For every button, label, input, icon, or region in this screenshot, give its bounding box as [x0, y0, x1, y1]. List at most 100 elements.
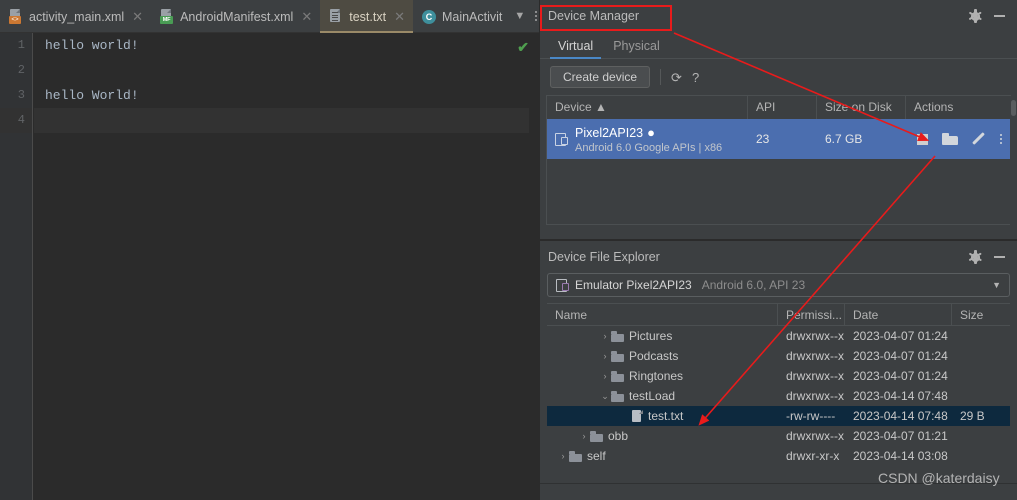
line-number: 3 [17, 88, 25, 102]
gear-icon[interactable] [968, 8, 983, 24]
device-manager-panel: Device Manager Virtual Physical Create d… [540, 0, 1017, 240]
tab-label: AndroidManifest.xml [180, 9, 294, 24]
device-table-empty-area [546, 159, 1011, 225]
file-tree-name-cell: ⌄ testLoad [547, 389, 778, 403]
column-header-actions[interactable]: Actions [906, 96, 1010, 119]
device-manager-title-bar: Device Manager [540, 0, 1017, 32]
file-date: 2023-04-07 01:24 [853, 369, 948, 383]
tab-physical[interactable]: Physical [603, 39, 670, 58]
java-class-icon: C [421, 9, 436, 24]
file-tree-row[interactable]: › self drwxr-xr-x 2023-04-14 03:08 [547, 446, 1010, 466]
folder-icon [611, 350, 624, 362]
file-tree-name-cell: › Pictures [547, 329, 778, 343]
code-line [34, 108, 540, 133]
manifest-file-icon: MF [160, 9, 174, 24]
device-icon [556, 279, 569, 292]
minimize-icon[interactable] [994, 256, 1005, 258]
file-date: 2023-04-14 03:08 [853, 449, 948, 463]
file-tree-label: Pictures [629, 329, 673, 343]
file-tree-row[interactable]: › Pictures drwxrwx--x 2023-04-07 01:24 [547, 326, 1010, 346]
device-api: 23 [756, 132, 770, 146]
column-header-permissions[interactable]: Permissi... [778, 304, 845, 326]
folder-icon [611, 330, 624, 342]
panel-title: Device File Explorer [548, 250, 660, 264]
chevron-right-icon[interactable]: › [599, 351, 611, 361]
chevron-right-icon[interactable]: › [599, 371, 611, 381]
column-header-date[interactable]: Date [845, 304, 952, 326]
line-number: 1 [17, 38, 25, 52]
tab-android-manifest-xml[interactable]: MF AndroidManifest.xml ✕ [151, 0, 320, 33]
tab-test-txt[interactable]: test.txt ✕ [320, 0, 413, 33]
column-header-api[interactable]: API [748, 96, 817, 119]
file-tree-row[interactable]: › Ringtones drwxrwx--x 2023-04-07 01:24 [547, 366, 1010, 386]
column-header-size-on-disk[interactable]: Size on Disk [817, 96, 906, 119]
file-tree-header: Name Permissi... Date Size [547, 304, 1010, 326]
file-tree-label: obb [608, 429, 629, 443]
tab-main-activity[interactable]: C MainActivit [413, 0, 510, 33]
line-number: 2 [17, 63, 25, 77]
tab-virtual[interactable]: Virtual [548, 39, 603, 59]
device-table-scrollbar[interactable] [1010, 96, 1017, 232]
file-tree-row[interactable]: › Podcasts drwxrwx--x 2023-04-07 01:24 [547, 346, 1010, 366]
file-permissions: drwxrwx--x [786, 329, 844, 343]
editor-code-area[interactable]: hello world! hello World! [34, 33, 540, 500]
close-icon[interactable]: ✕ [394, 10, 405, 23]
close-icon[interactable]: ✕ [301, 10, 312, 23]
file-tree-row[interactable]: ⌄ testLoad drwxrwx--x 2023-04-14 07:48 [547, 386, 1010, 406]
device-icon [555, 133, 568, 146]
tool-window-area: Device Manager Virtual Physical Create d… [540, 0, 1017, 500]
file-tree-row[interactable]: test.txt -rw-rw---- 2023-04-14 07:48 29 B [547, 406, 1010, 426]
folder-icon [590, 430, 603, 442]
close-icon[interactable]: ✕ [132, 10, 143, 23]
create-device-button[interactable]: Create device [550, 66, 651, 88]
tab-activity-main-xml[interactable]: <> activity_main.xml ✕ [0, 0, 151, 33]
device-table-header: Device ▲ API Size on Disk Actions [547, 96, 1010, 119]
stop-icon[interactable] [917, 133, 928, 145]
file-date: 2023-04-14 07:48 [853, 389, 948, 403]
more-vertical-icon[interactable] [1000, 134, 1002, 144]
editor-tab-bar: <> activity_main.xml ✕ MF AndroidManifes… [0, 0, 540, 33]
file-date: 2023-04-14 07:48 [853, 409, 948, 423]
file-tree-name-cell: test.txt [547, 409, 778, 423]
app-window: <> activity_main.xml ✕ MF AndroidManifes… [0, 0, 1017, 500]
open-folder-icon[interactable] [942, 133, 958, 145]
column-header-device[interactable]: Device ▲ [547, 96, 748, 119]
watermark: CSDN @katerdaisy [878, 470, 1000, 486]
chevron-right-icon[interactable]: › [557, 451, 569, 461]
help-icon[interactable]: ? [692, 71, 699, 84]
device-name: Pixel2API23 [575, 125, 644, 140]
column-header-name[interactable]: Name [547, 304, 778, 326]
tab-label: activity_main.xml [29, 9, 125, 24]
green-check-icon: ✔ [517, 39, 529, 55]
chevron-down-icon[interactable]: ▼ [992, 280, 1001, 290]
file-tree-row[interactable]: › obb drwxrwx--x 2023-04-07 01:21 [547, 426, 1010, 446]
file-tree-label: test.txt [648, 409, 684, 423]
editor-gutter: 1 2 3 4 [0, 33, 33, 500]
chevron-right-icon[interactable]: › [599, 331, 611, 341]
file-tree-name-cell: › self [547, 449, 778, 463]
file-permissions: -rw-rw---- [786, 409, 836, 423]
chevron-down-icon[interactable]: ⌄ [599, 391, 611, 402]
edit-pencil-icon[interactable] [972, 132, 986, 146]
device-selector-dropdown[interactable]: Emulator Pixel2API23 Android 6.0, API 23… [547, 273, 1010, 297]
chevron-right-icon[interactable]: › [578, 431, 590, 441]
chevron-down-icon[interactable]: ▼ [514, 10, 525, 22]
column-header-size[interactable]: Size [952, 304, 1010, 326]
file-size: 29 B [960, 409, 985, 423]
tab-label: test.txt [349, 9, 387, 24]
device-running-indicator: ● [647, 124, 655, 140]
sort-asc-icon: ▲ [595, 100, 607, 114]
more-vertical-icon[interactable] [535, 11, 538, 21]
gear-icon[interactable] [968, 249, 983, 265]
device-table-scroll-thumb[interactable] [1011, 100, 1016, 116]
refresh-icon[interactable]: ⟳ [671, 71, 682, 84]
device-file-explorer-panel: Device File Explorer Emulator Pixel2API2… [540, 241, 1017, 500]
panel-title: Device Manager [548, 9, 640, 23]
xml-file-icon: <> [9, 9, 23, 24]
device-table-row[interactable]: Pixel2API23 ● Android 6.0 Google APIs | x… [547, 119, 1010, 159]
minimize-icon[interactable] [994, 15, 1005, 17]
device-selector-main-text: Emulator Pixel2API23 [575, 278, 692, 292]
file-date: 2023-04-07 01:21 [853, 429, 948, 443]
file-permissions: drwxrwx--x [786, 349, 844, 363]
toolbar-divider [660, 69, 662, 85]
